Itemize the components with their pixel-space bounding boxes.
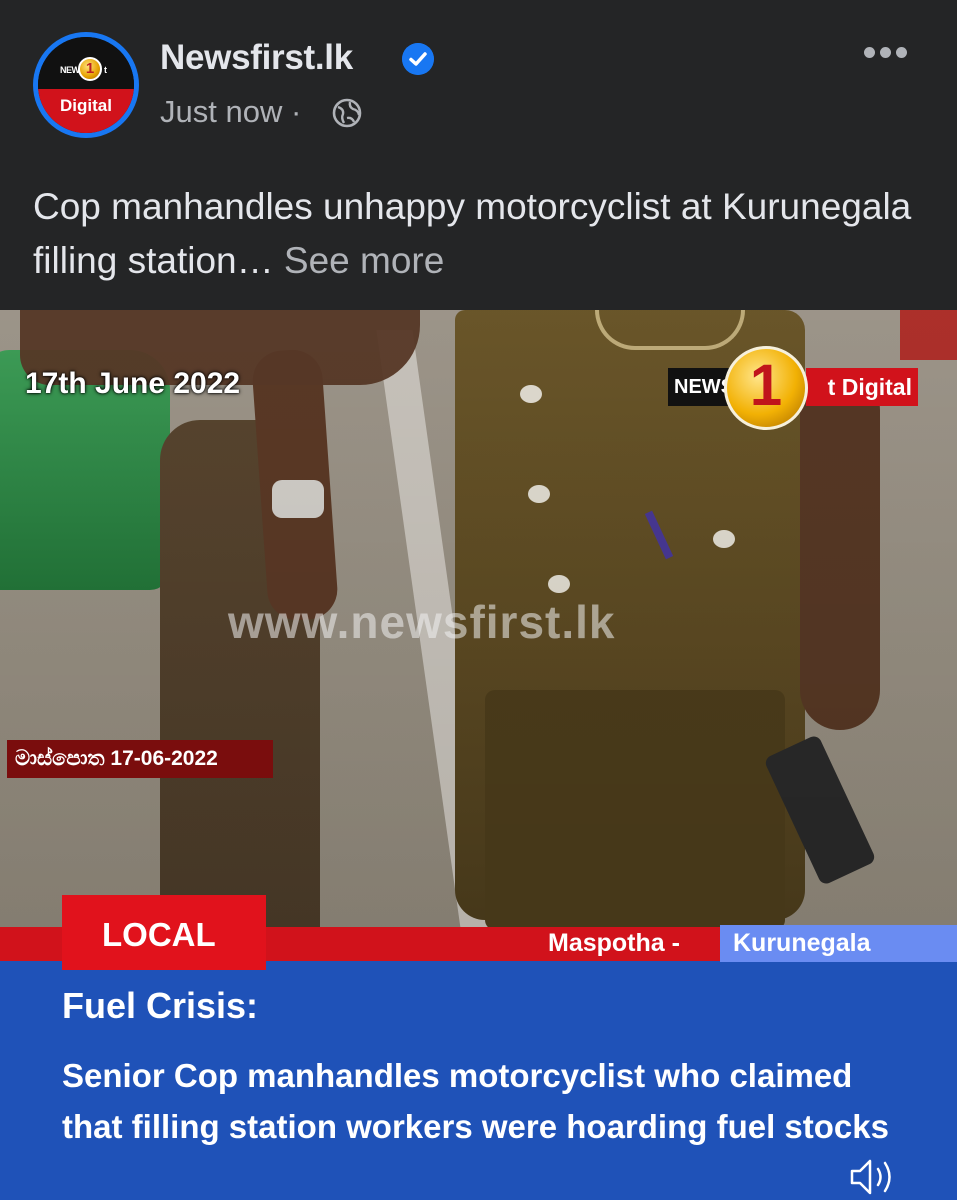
video-watermark: www.newsfirst.lk xyxy=(228,596,616,648)
sinhala-location-date: මාස්පොත 17-06-2022 xyxy=(7,740,273,778)
post-caption: Cop manhandles unhappy motorcyclist at K… xyxy=(33,180,923,288)
avatar-logo-disc: 1 xyxy=(78,57,102,81)
avatar-logo-it: t xyxy=(104,65,107,75)
location-secondary: Kurunegala xyxy=(733,929,871,957)
globe-icon[interactable] xyxy=(332,98,362,128)
meta-separator: · xyxy=(290,94,302,129)
post-caption-text: Cop manhandles unhappy motorcyclist at K… xyxy=(33,186,912,281)
story-summary: Senior Cop manhandles motorcyclist who c… xyxy=(62,1057,889,1145)
story-headline: Fuel Crisis: xyxy=(62,985,259,1026)
avatar-logo-digital: Digital xyxy=(38,89,134,133)
speaker-icon[interactable] xyxy=(848,1155,904,1195)
video-player[interactable]: 17th June 2022 NEWS t Digital 1 www.news… xyxy=(0,310,957,1200)
brand-logo-disc: 1 xyxy=(724,346,808,430)
video-date-overlay: 17th June 2022 xyxy=(25,367,241,400)
newsfirst-brand-badge: NEWS t Digital 1 xyxy=(668,346,918,430)
post-timestamp[interactable]: Just now xyxy=(160,94,282,129)
post-meta: Just now · xyxy=(160,94,301,130)
location-primary: Maspotha - xyxy=(548,929,680,957)
more-options-icon[interactable] xyxy=(858,38,914,68)
category-tag: LOCAL xyxy=(62,895,266,970)
page-avatar[interactable]: NEW 1 t Digital xyxy=(33,32,139,138)
verified-badge-icon xyxy=(402,43,434,75)
page-name-link[interactable]: Newsfirst.lk xyxy=(160,38,353,78)
see-more-link[interactable]: See more xyxy=(284,240,444,281)
post-header: NEW 1 t Digital Newsfirst.lk Just now · … xyxy=(0,0,957,310)
avatar-logo-news: NEW xyxy=(60,65,80,75)
brand-digital-text: t Digital xyxy=(806,368,918,406)
newsfirst-logo: NEW 1 t Digital xyxy=(38,37,134,133)
